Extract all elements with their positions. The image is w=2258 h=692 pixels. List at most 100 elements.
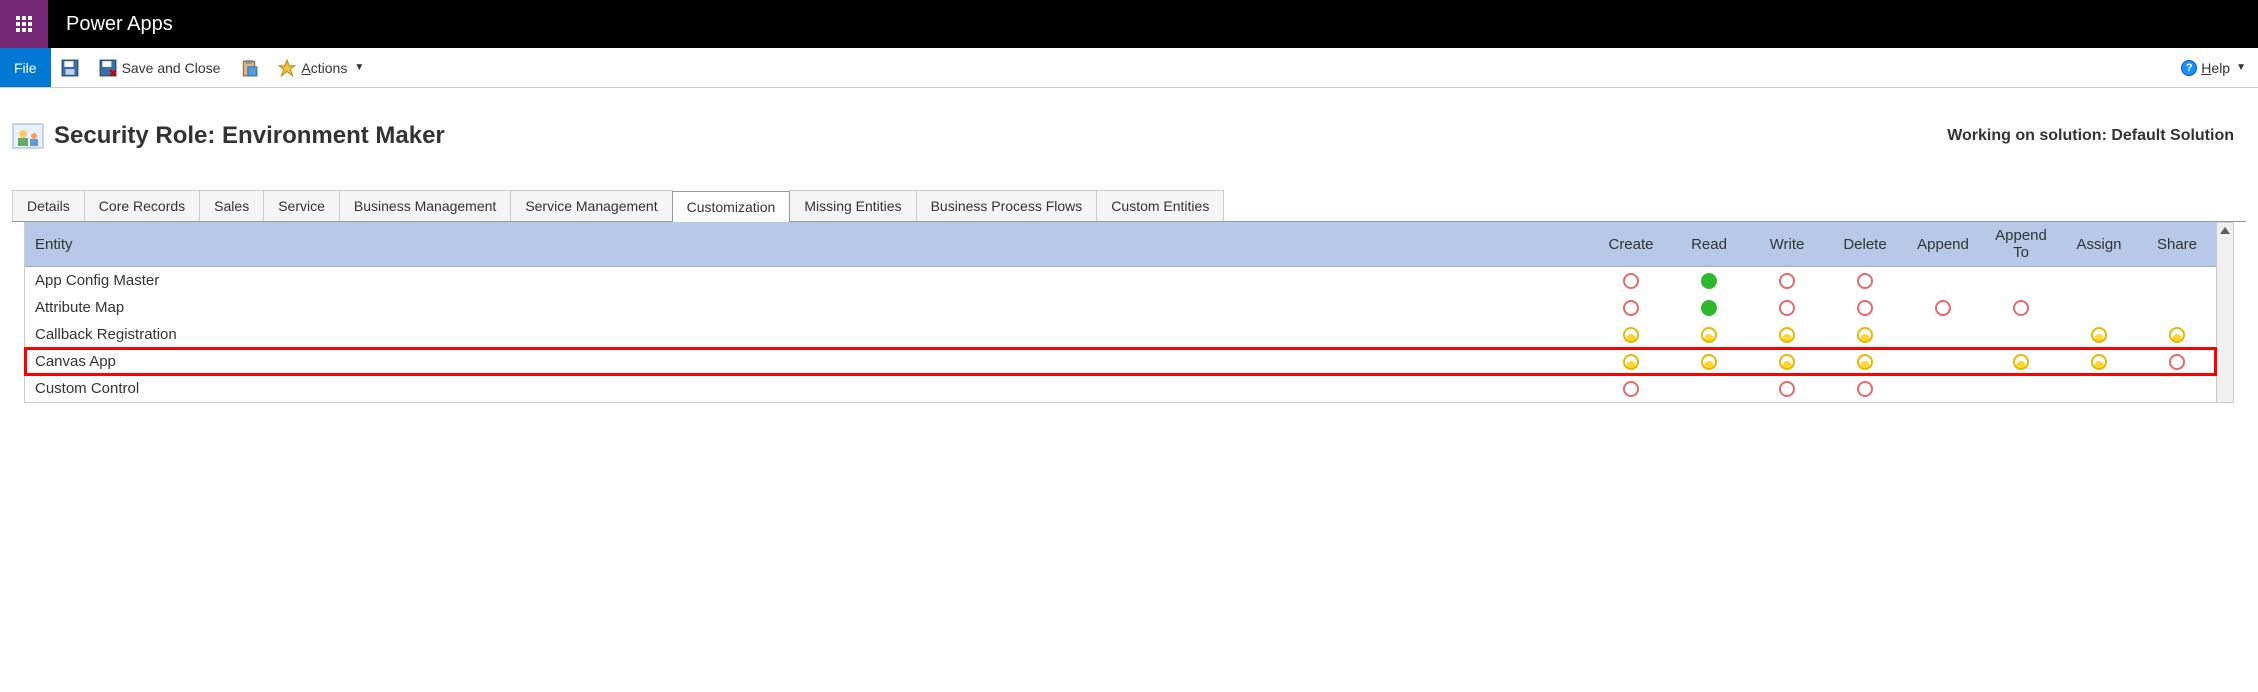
permission-user-icon[interactable] bbox=[1623, 354, 1639, 370]
permission-none-icon[interactable] bbox=[1779, 300, 1795, 316]
permission-cell[interactable] bbox=[1826, 375, 1904, 402]
permission-user-icon[interactable] bbox=[1779, 327, 1795, 343]
permission-cell[interactable] bbox=[1592, 321, 1670, 348]
entity-name: Callback Registration bbox=[25, 321, 1592, 348]
paste-button[interactable] bbox=[230, 48, 268, 87]
permission-none-icon[interactable] bbox=[1779, 381, 1795, 397]
tab-sales[interactable]: Sales bbox=[199, 190, 264, 221]
permission-cell[interactable] bbox=[1904, 294, 1982, 321]
entity-row: Callback Registration bbox=[25, 321, 2216, 348]
tab-details[interactable]: Details bbox=[12, 190, 85, 221]
save-and-close-button[interactable]: Save and Close bbox=[89, 48, 231, 87]
permission-user-icon[interactable] bbox=[1857, 354, 1873, 370]
permission-cell[interactable] bbox=[1982, 267, 2060, 295]
permission-user-icon[interactable] bbox=[1857, 327, 1873, 343]
permission-cell[interactable] bbox=[1670, 267, 1748, 295]
column-header: Append To bbox=[1982, 222, 2060, 267]
permission-cell[interactable] bbox=[1670, 375, 1748, 402]
tab-customization[interactable]: Customization bbox=[672, 191, 791, 222]
permission-cell[interactable] bbox=[1592, 375, 1670, 402]
permission-none-icon[interactable] bbox=[2169, 354, 2185, 370]
permission-cell[interactable] bbox=[1982, 294, 2060, 321]
permission-cell[interactable] bbox=[1670, 348, 1748, 375]
permission-user-icon[interactable] bbox=[2169, 327, 2185, 343]
column-header: Write bbox=[1748, 222, 1826, 267]
permission-cell[interactable] bbox=[1748, 294, 1826, 321]
permission-cell[interactable] bbox=[1592, 294, 1670, 321]
permission-cell[interactable] bbox=[1748, 267, 1826, 295]
tab-missing-entities[interactable]: Missing Entities bbox=[789, 190, 916, 221]
tab-service[interactable]: Service bbox=[263, 190, 340, 221]
vertical-scrollbar[interactable] bbox=[2217, 222, 2234, 403]
permission-cell[interactable] bbox=[1904, 375, 1982, 402]
permission-none-icon[interactable] bbox=[1779, 273, 1795, 289]
column-header: Entity bbox=[25, 222, 1592, 267]
permissions-grid: EntityCreateReadWriteDeleteAppendAppend … bbox=[24, 222, 2217, 403]
permission-cell[interactable] bbox=[1826, 348, 1904, 375]
entity-row: App Config Master bbox=[25, 267, 2216, 295]
permission-full-icon[interactable] bbox=[1701, 273, 1717, 289]
permission-none-icon[interactable] bbox=[1623, 300, 1639, 316]
tab-core-records[interactable]: Core Records bbox=[84, 190, 200, 221]
permission-cell[interactable] bbox=[1904, 267, 1982, 295]
permission-none-icon[interactable] bbox=[1623, 273, 1639, 289]
permission-cell[interactable] bbox=[1904, 321, 1982, 348]
permission-cell[interactable] bbox=[1904, 348, 1982, 375]
tab-business-process-flows[interactable]: Business Process Flows bbox=[916, 190, 1098, 221]
permission-user-icon[interactable] bbox=[1623, 327, 1639, 343]
permission-cell[interactable] bbox=[1826, 294, 1904, 321]
permission-cell[interactable] bbox=[1670, 321, 1748, 348]
save-button[interactable] bbox=[51, 48, 89, 87]
permission-user-icon[interactable] bbox=[2091, 327, 2107, 343]
permission-cell[interactable] bbox=[2138, 267, 2216, 295]
permission-cell[interactable] bbox=[1826, 267, 1904, 295]
permission-cell[interactable] bbox=[1748, 375, 1826, 402]
permission-cell[interactable] bbox=[2138, 375, 2216, 402]
permission-cell[interactable] bbox=[1670, 294, 1748, 321]
entity-row: Custom Control bbox=[25, 375, 2216, 402]
permission-cell[interactable] bbox=[2060, 348, 2138, 375]
app-launcher-button[interactable] bbox=[0, 0, 48, 48]
help-button[interactable]: ? Help ▼ bbox=[2181, 60, 2246, 76]
permission-none-icon[interactable] bbox=[1857, 300, 1873, 316]
permission-cell[interactable] bbox=[1748, 348, 1826, 375]
permission-cell[interactable] bbox=[2138, 348, 2216, 375]
permission-user-icon[interactable] bbox=[2091, 354, 2107, 370]
permission-cell[interactable] bbox=[2060, 267, 2138, 295]
clipboard-icon bbox=[240, 59, 258, 77]
permission-cell[interactable] bbox=[1982, 348, 2060, 375]
permission-cell[interactable] bbox=[2060, 294, 2138, 321]
permission-none-icon[interactable] bbox=[1857, 381, 1873, 397]
permission-cell[interactable] bbox=[2138, 294, 2216, 321]
chevron-down-icon: ▼ bbox=[2236, 62, 2246, 73]
permission-cell[interactable] bbox=[1982, 375, 2060, 402]
tab-service-management[interactable]: Service Management bbox=[510, 190, 672, 221]
column-header: Read bbox=[1670, 222, 1748, 267]
permission-cell[interactable] bbox=[2060, 375, 2138, 402]
entity-row: Attribute Map bbox=[25, 294, 2216, 321]
permission-cell[interactable] bbox=[1592, 267, 1670, 295]
permission-user-icon[interactable] bbox=[1779, 354, 1795, 370]
permission-none-icon[interactable] bbox=[1623, 381, 1639, 397]
permission-cell[interactable] bbox=[2060, 321, 2138, 348]
permission-none-icon[interactable] bbox=[2013, 300, 2029, 316]
permission-cell[interactable] bbox=[1592, 348, 1670, 375]
permission-cell[interactable] bbox=[1748, 321, 1826, 348]
permission-none-icon[interactable] bbox=[1857, 273, 1873, 289]
permission-full-icon[interactable] bbox=[1701, 300, 1717, 316]
permission-cell[interactable] bbox=[2138, 321, 2216, 348]
scroll-up-arrow-icon[interactable] bbox=[2220, 227, 2230, 234]
tab-business-management[interactable]: Business Management bbox=[339, 190, 511, 221]
permission-none-icon[interactable] bbox=[1935, 300, 1951, 316]
actions-menu-button[interactable]: Actions ▼ bbox=[268, 48, 374, 87]
tab-custom-entities[interactable]: Custom Entities bbox=[1096, 190, 1224, 221]
actions-label: Actions bbox=[301, 60, 347, 76]
permission-cell[interactable] bbox=[1982, 321, 2060, 348]
permission-user-icon[interactable] bbox=[1701, 354, 1717, 370]
permission-user-icon[interactable] bbox=[2013, 354, 2029, 370]
chevron-down-icon: ▼ bbox=[354, 62, 364, 73]
permission-user-icon[interactable] bbox=[1701, 327, 1717, 343]
file-menu-button[interactable]: File bbox=[0, 48, 51, 87]
permission-cell[interactable] bbox=[1826, 321, 1904, 348]
help-label: Help bbox=[2201, 60, 2230, 76]
